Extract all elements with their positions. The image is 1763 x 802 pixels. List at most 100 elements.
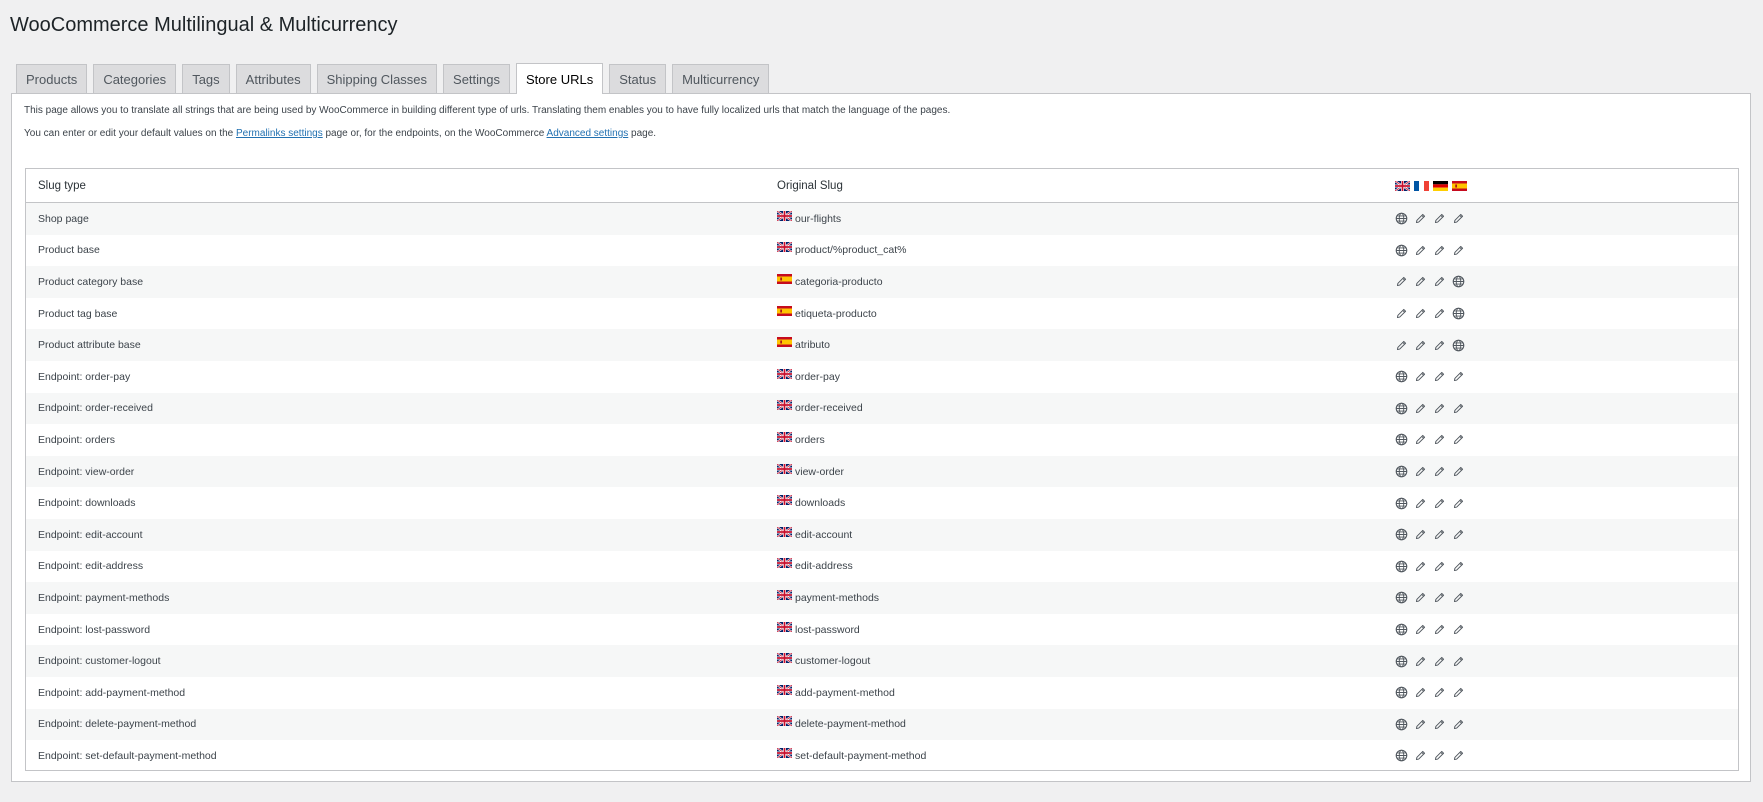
pencil-icon[interactable] xyxy=(1433,591,1446,604)
globe-icon xyxy=(1395,655,1408,668)
pencil-icon[interactable] xyxy=(1433,402,1446,415)
pencil-icon[interactable] xyxy=(1433,244,1446,257)
pencil-icon[interactable] xyxy=(1414,623,1427,636)
original-slug-text: downloads xyxy=(795,497,846,510)
pencil-icon[interactable] xyxy=(1452,465,1465,478)
pencil-icon[interactable] xyxy=(1414,275,1427,288)
slug-type-cell: Product base xyxy=(38,244,100,257)
pencil-icon[interactable] xyxy=(1452,244,1465,257)
globe-icon xyxy=(1395,591,1408,604)
original-slug-cell: our-flights xyxy=(776,209,841,225)
pencil-icon[interactable] xyxy=(1452,591,1465,604)
pencil-icon[interactable] xyxy=(1414,307,1427,320)
pencil-icon[interactable] xyxy=(1414,370,1427,383)
flag-uk-icon xyxy=(776,683,793,696)
table-row: Endpoint: edit-account edit-account xyxy=(26,518,1738,551)
tab-shipping-classes[interactable]: Shipping Classes xyxy=(316,64,438,93)
tab-tags[interactable]: Tags xyxy=(182,64,230,93)
pencil-icon[interactable] xyxy=(1414,560,1427,573)
translation-actions xyxy=(1395,212,1465,225)
globe-icon xyxy=(1452,339,1465,352)
pencil-icon[interactable] xyxy=(1395,275,1408,288)
original-slug-cell: order-pay xyxy=(776,367,840,383)
pencil-icon[interactable] xyxy=(1414,465,1427,478)
pencil-icon[interactable] xyxy=(1452,749,1465,762)
pencil-icon[interactable] xyxy=(1433,307,1446,320)
pencil-icon[interactable] xyxy=(1414,212,1427,225)
pencil-icon[interactable] xyxy=(1433,433,1446,446)
slug-type-cell: Endpoint: lost-password xyxy=(38,623,151,636)
slug-type-cell: Endpoint: add-payment-method xyxy=(38,686,186,699)
translation-actions xyxy=(1395,686,1465,699)
advanced-settings-link[interactable]: Advanced settings xyxy=(547,128,629,139)
pencil-icon[interactable] xyxy=(1433,528,1446,541)
table-body: Shop page our-flights Product base product/… xyxy=(26,203,1738,772)
pencil-icon[interactable] xyxy=(1414,686,1427,699)
pencil-icon[interactable] xyxy=(1433,560,1446,573)
pencil-icon[interactable] xyxy=(1452,560,1465,573)
pencil-icon[interactable] xyxy=(1414,528,1427,541)
table-row: Endpoint: downloads downloads xyxy=(26,487,1738,519)
pencil-icon[interactable] xyxy=(1452,686,1465,699)
pencil-icon[interactable] xyxy=(1414,433,1427,446)
permalinks-settings-link[interactable]: Permalinks settings xyxy=(236,128,323,139)
pencil-icon[interactable] xyxy=(1414,749,1427,762)
pencil-icon[interactable] xyxy=(1395,307,1408,320)
table-row: Endpoint: order-received order-received xyxy=(26,392,1738,425)
pencil-icon[interactable] xyxy=(1433,212,1446,225)
original-slug-text: etiqueta-producto xyxy=(795,307,877,320)
original-slug-cell: order-received xyxy=(776,399,863,414)
col-slug-type: Slug type xyxy=(38,179,86,192)
table-header: Slug type Original Slug xyxy=(26,169,1738,203)
pencil-icon[interactable] xyxy=(1452,497,1465,510)
pencil-icon[interactable] xyxy=(1433,655,1446,668)
pencil-icon[interactable] xyxy=(1452,433,1465,446)
tab-products[interactable]: Products xyxy=(16,64,88,93)
pencil-icon[interactable] xyxy=(1433,749,1446,762)
pencil-icon[interactable] xyxy=(1414,497,1427,510)
table-row: Endpoint: set-default-payment-method set-… xyxy=(26,740,1738,772)
pencil-icon[interactable] xyxy=(1452,623,1465,636)
original-slug-text: atributo xyxy=(795,339,831,352)
pencil-icon[interactable] xyxy=(1414,402,1427,415)
pencil-icon[interactable] xyxy=(1414,591,1427,604)
pencil-icon[interactable] xyxy=(1452,212,1465,225)
pencil-icon[interactable] xyxy=(1433,275,1446,288)
pencil-icon[interactable] xyxy=(1452,718,1465,731)
tab-status[interactable]: Status xyxy=(609,64,667,93)
pencil-icon[interactable] xyxy=(1452,370,1465,383)
original-slug-cell: lost-password xyxy=(776,620,860,636)
tab-settings[interactable]: Settings xyxy=(443,64,511,93)
globe-icon xyxy=(1395,528,1408,541)
tab-categories[interactable]: Categories xyxy=(93,64,177,93)
translation-actions xyxy=(1395,244,1465,257)
pencil-icon[interactable] xyxy=(1452,528,1465,541)
translation-actions xyxy=(1395,560,1465,573)
pencil-icon[interactable] xyxy=(1395,339,1408,352)
page-title: WooCommerce Multilingual & Multicurrency xyxy=(10,14,398,36)
globe-icon xyxy=(1395,497,1408,510)
pencil-icon[interactable] xyxy=(1433,339,1446,352)
original-slug-cell: set-default-payment-method xyxy=(776,747,926,762)
pencil-icon[interactable] xyxy=(1414,339,1427,352)
pencil-icon[interactable] xyxy=(1452,655,1465,668)
flag-uk-icon xyxy=(776,399,793,412)
pencil-icon[interactable] xyxy=(1414,718,1427,731)
pencil-icon[interactable] xyxy=(1414,655,1427,668)
pencil-icon[interactable] xyxy=(1433,370,1446,383)
table-row: Shop page our-flights xyxy=(26,203,1738,235)
pencil-icon[interactable] xyxy=(1433,623,1446,636)
pencil-icon[interactable] xyxy=(1433,465,1446,478)
tab-multicurrency[interactable]: Multicurrency xyxy=(672,64,770,93)
pencil-icon[interactable] xyxy=(1433,497,1446,510)
intro-text: This page allows you to translate all st… xyxy=(24,105,951,116)
original-slug-cell: etiqueta-producto xyxy=(777,305,877,320)
flag-uk-icon xyxy=(776,431,793,443)
original-slug-text: product/%product_cat% xyxy=(795,244,907,257)
pencil-icon[interactable] xyxy=(1433,718,1446,731)
pencil-icon[interactable] xyxy=(1452,402,1465,415)
pencil-icon[interactable] xyxy=(1433,686,1446,699)
pencil-icon[interactable] xyxy=(1414,244,1427,257)
tab-store-urls[interactable]: Store URLs xyxy=(516,63,604,94)
tab-attributes[interactable]: Attributes xyxy=(235,64,311,93)
